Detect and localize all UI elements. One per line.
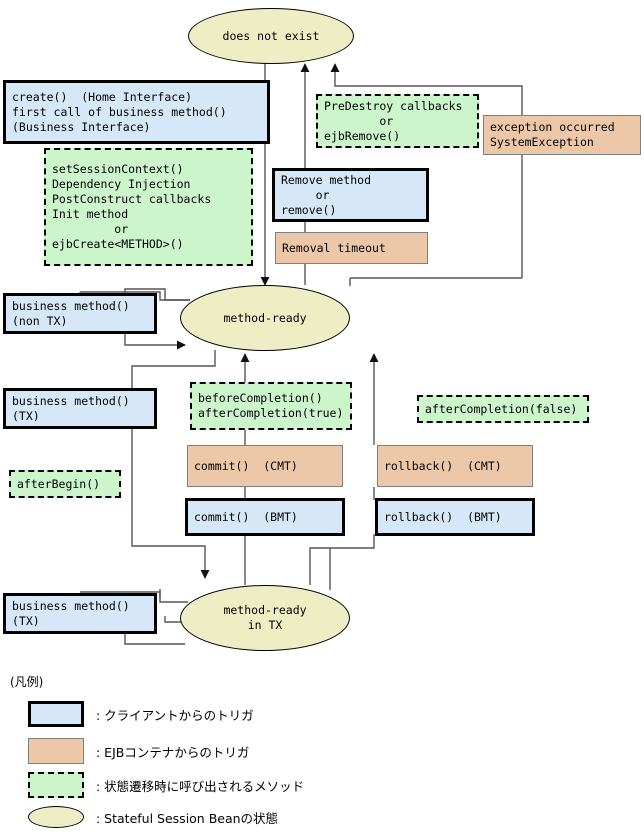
legend-label-state: : Stateful Session Beanの状態 [96,810,279,826]
node-commit-cmt-label: commit() (CMT) [194,458,298,473]
node-after-begin: afterBegin() [9,470,121,498]
legend-item-container: : EJBコンテナからのトリガ [28,734,249,768]
legend-label-callback: : 状態遷移時に呼び出されるメソッド [96,778,305,794]
node-removal-timeout: Removal timeout [275,232,428,264]
state-method-ready-label: method-ready [223,310,307,325]
node-before-after-completion-true: beforeCompletion() afterCompletion(true) [190,382,352,430]
legend-swatch-state [28,806,84,828]
node-predestroy-callbacks: PreDestroy callbacks or ejbRemove() [316,94,479,148]
node-commit-bmt-label: commit() (BMT) [194,509,298,524]
node-removal-timeout-label: Removal timeout [282,240,386,255]
state-does-not-exist-label: does not exist [222,28,320,43]
diagram-canvas: does not exist create() (Home Interface)… [0,0,644,836]
legend-title: (凡例) [10,675,44,689]
node-business-method-tx-lower-label: business method() (TX) [12,598,130,628]
legend-item-client: : クライアントからのトリガ [28,697,254,731]
state-does-not-exist: does not exist [188,8,354,64]
state-method-ready-in-tx: method-ready in TX [180,585,350,651]
legend-label-container-trigger: : EJBコンテナからのトリガ [96,744,250,760]
node-exception-occurred: exception occurred SystemException [483,115,641,155]
legend-item-state: : Stateful Session Beanの状態 [28,800,278,834]
node-rollback-bmt: rollback() (BMT) [375,498,535,536]
node-rollback-cmt-label: rollback() (CMT) [384,458,502,473]
node-create-callbacks-label: setSessionContext() Dependency Injection… [52,162,212,251]
legend-label-client-trigger: : クライアントからのトリガ [96,707,254,723]
node-rollback-bmt-label: rollback() (BMT) [384,509,502,524]
node-remove-method-label: Remove method or remove() [281,172,372,217]
legend-swatch-container-trigger [28,738,84,764]
node-create-callbacks: setSessionContext() Dependency Injection… [44,148,253,266]
node-create-box-label: create() (Home Interface) first call of … [12,89,227,134]
node-create-box: create() (Home Interface) first call of … [3,80,270,144]
node-business-method-nontx-label: business method() (non TX) [12,298,130,328]
node-exception-occurred-label: exception occurred SystemException [490,120,615,149]
state-method-ready: method-ready [180,285,350,351]
state-method-ready-in-tx-label-1: method-ready [223,603,307,617]
node-predestroy-callbacks-label: PreDestroy callbacks or ejbRemove() [324,98,463,143]
node-before-after-completion-true-label: beforeCompletion() afterCompletion(true) [198,391,344,420]
node-business-method-tx-upper: business method() (TX) [3,388,157,429]
node-business-method-tx-upper-label: business method() (TX) [12,393,130,423]
legend-swatch-client-trigger [28,701,84,727]
legend-swatch-callback [28,772,84,798]
node-after-begin-label: afterBegin() [17,476,101,491]
node-business-method-nontx: business method() (non TX) [3,293,157,334]
node-commit-cmt: commit() (CMT) [187,445,343,487]
node-rollback-cmt: rollback() (CMT) [377,445,533,487]
node-business-method-tx-lower: business method() (TX) [3,593,157,634]
state-method-ready-in-tx-label-2: in TX [247,618,283,632]
node-commit-bmt: commit() (BMT) [185,498,345,536]
node-after-completion-false: afterCompletion(false) [417,395,589,423]
node-after-completion-false-label: afterCompletion(false) [425,401,578,416]
node-remove-method: Remove method or remove() [272,168,429,222]
legend-item-callback: : 状態遷移時に呼び出されるメソッド [28,768,304,802]
